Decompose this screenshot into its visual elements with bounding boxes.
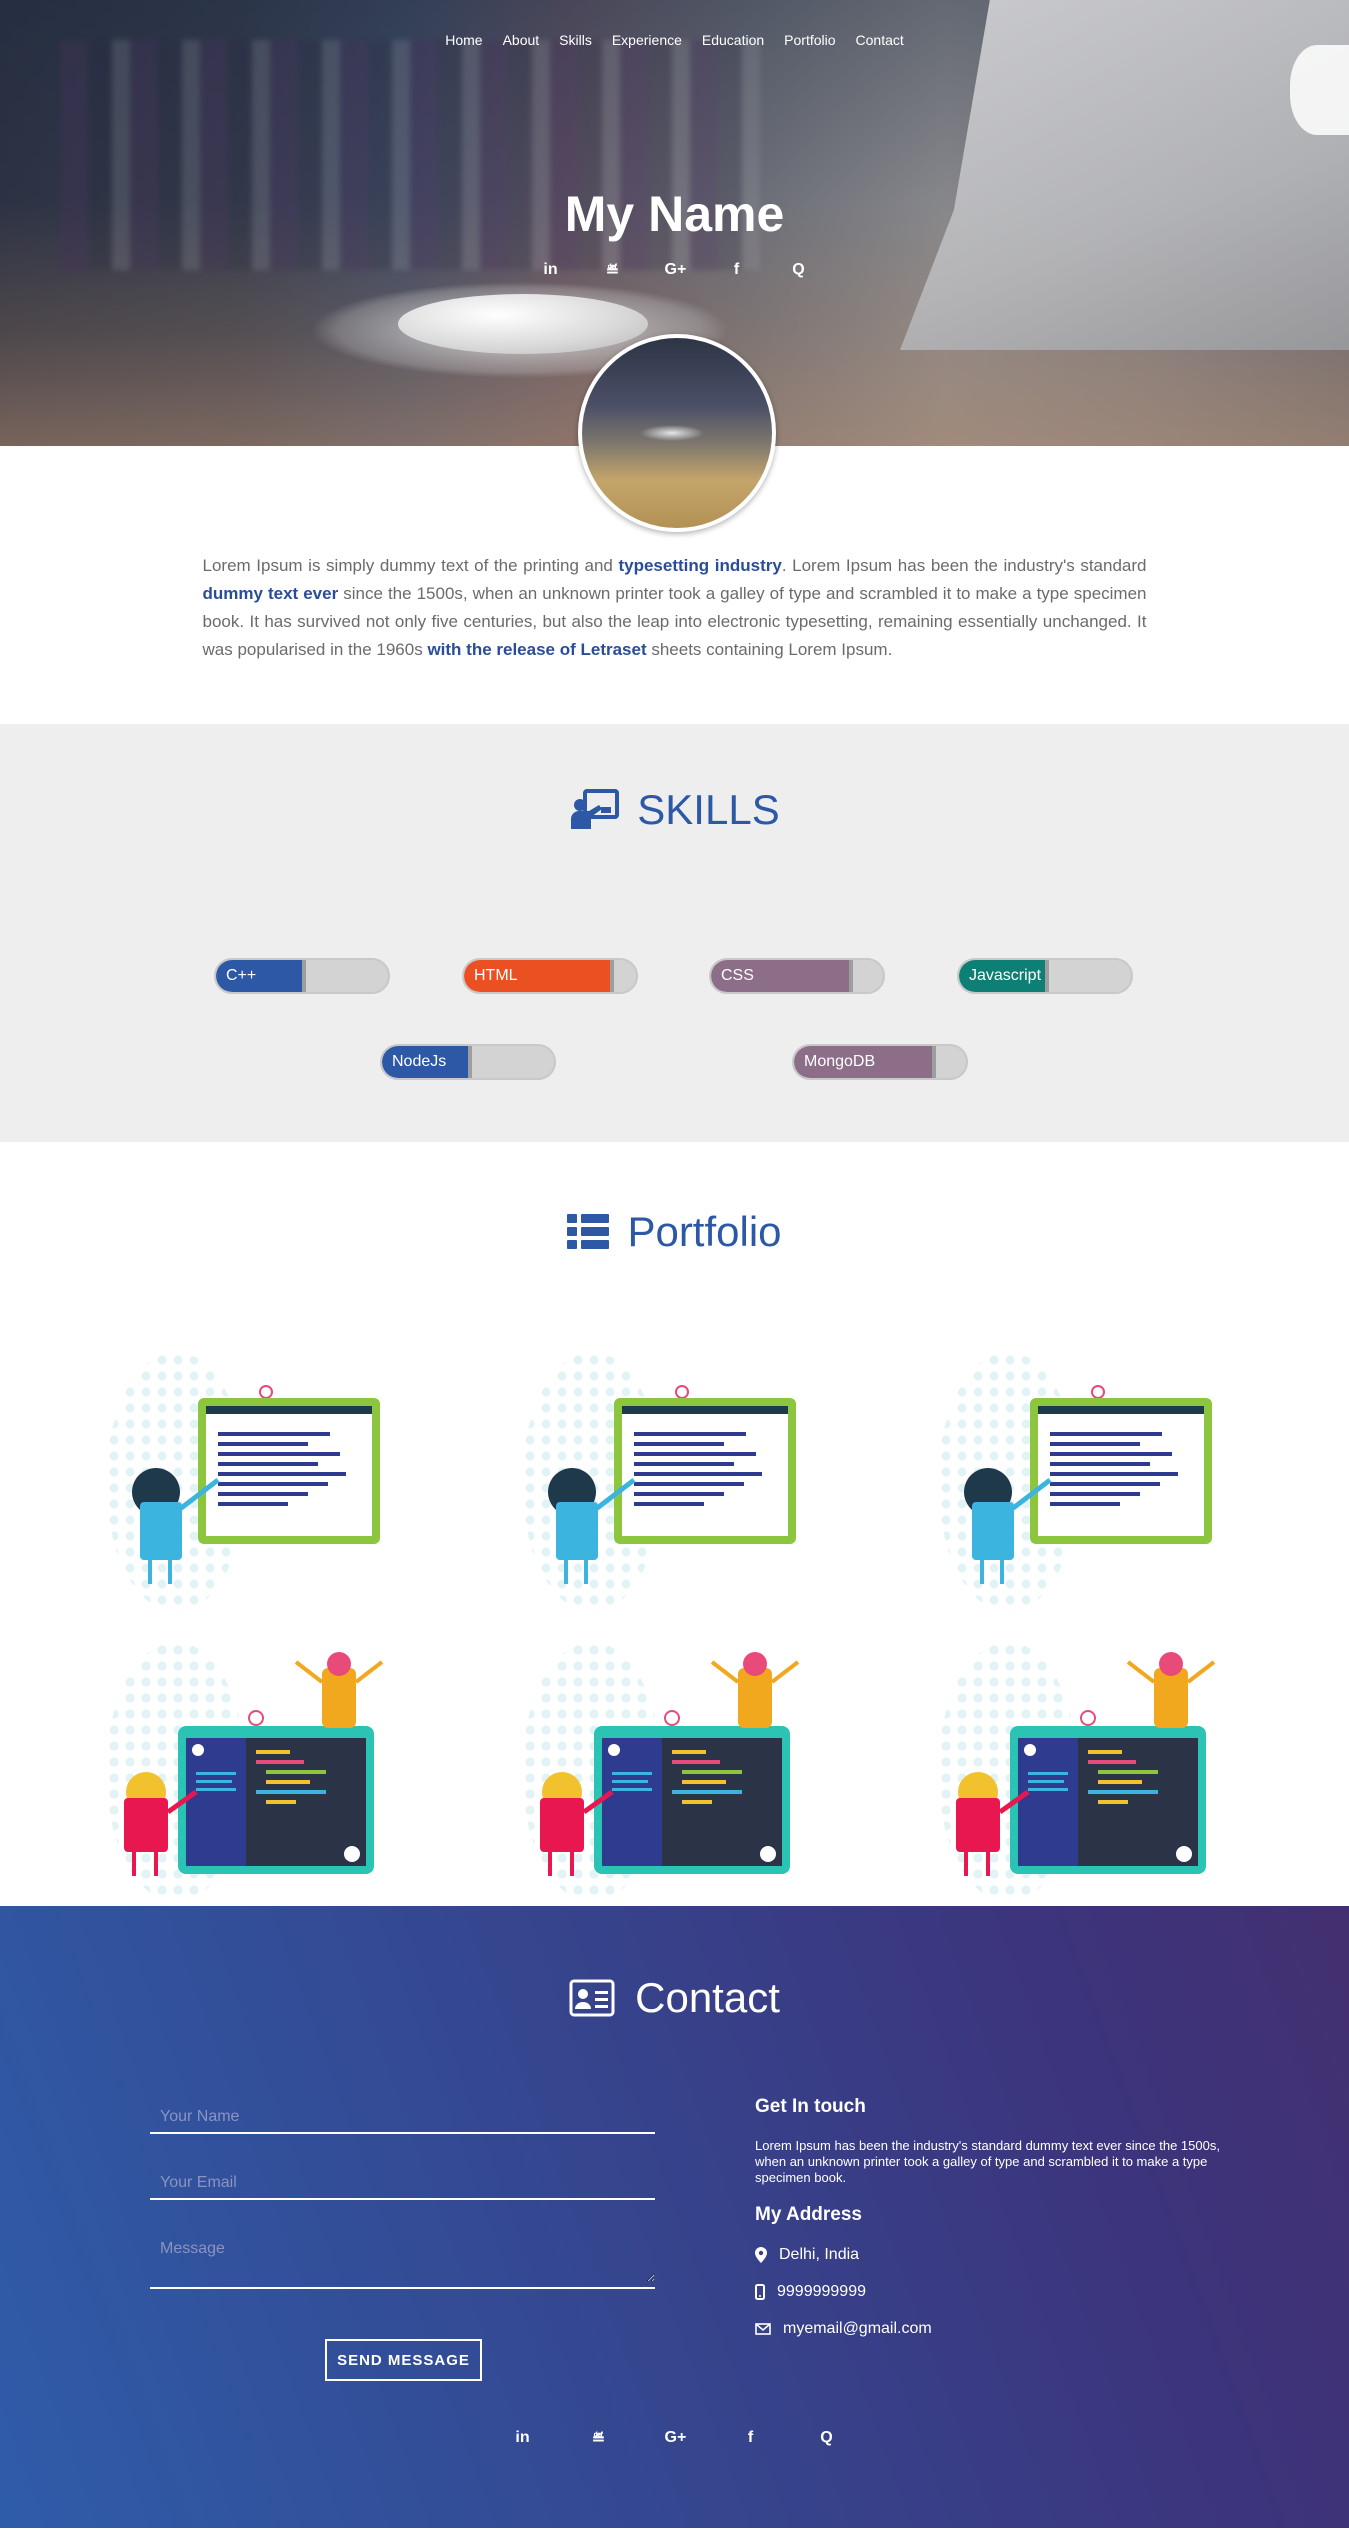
top-nav: Home About Skills Experience Education P… <box>0 32 1349 48</box>
envelope-icon <box>755 2323 771 2335</box>
portfolio-item[interactable] <box>938 1642 1228 1902</box>
about-highlight: typesetting industry <box>618 556 782 575</box>
google-plus-icon[interactable]: G+ <box>665 261 687 281</box>
get-in-touch-text: Lorem Ipsum has been the industry's stan… <box>755 2138 1220 2185</box>
hero-social-links: in ≝ G+ f Q <box>0 261 1349 281</box>
linkedin-icon[interactable]: in <box>513 2429 533 2449</box>
stack-overflow-icon[interactable]: ≝ <box>589 2429 609 2449</box>
about-text: Lorem Ipsum is simply dummy text of the … <box>203 552 1147 664</box>
contact-section: Contact SEND MESSAGE Get In touch Lorem … <box>0 1906 1349 2528</box>
address-location: Delhi, India <box>779 2246 860 2263</box>
facebook-icon[interactable]: f <box>727 261 747 281</box>
skill-name: MongoDB <box>804 1053 876 1070</box>
about-highlight: dummy text ever <box>202 584 339 603</box>
skills-heading: SKILLS <box>0 724 1349 834</box>
address-phone-row: 9999999999 <box>755 2283 1235 2301</box>
get-in-touch-heading: Get In touch <box>755 2096 866 2117</box>
whiteboard-illustration <box>964 1385 1212 1584</box>
address-email-row: myemail@gmail.com <box>755 2320 1235 2338</box>
about-text-part: . Lorem Ipsum has been the industry's st… <box>781 556 1147 575</box>
email-field-wrapper <box>150 2168 655 2200</box>
about-text-part: Lorem Ipsum is simply dummy text of the … <box>202 556 619 575</box>
whiteboard-illustration <box>548 1385 796 1584</box>
profile-avatar <box>578 334 776 532</box>
nav-contact[interactable]: Contact <box>856 32 904 48</box>
skill-bar-html: HTML <box>462 958 638 994</box>
page-title: My Name <box>564 186 785 242</box>
contact-title: Contact <box>635 1974 780 2021</box>
nav-about[interactable]: About <box>503 32 540 48</box>
nav-home[interactable]: Home <box>445 32 482 48</box>
skill-name: NodeJs <box>392 1053 447 1070</box>
portfolio-section: Portfolio <box>0 1142 1349 1906</box>
skill-bar-cpp: C++ <box>214 958 390 994</box>
contact-heading: Contact <box>0 1906 1349 2022</box>
hero-laptop-image <box>900 0 1349 350</box>
apple-logo <box>1290 45 1349 135</box>
skill-name: Javascript <box>969 967 1042 984</box>
portfolio-heading: Portfolio <box>0 1142 1349 1256</box>
contact-info: Get In touch Lorem Ipsum has been the in… <box>755 2096 1235 2357</box>
nav-education[interactable]: Education <box>702 32 764 48</box>
skill-name: CSS <box>721 967 754 984</box>
address-email[interactable]: myemail@gmail.com <box>783 2320 932 2338</box>
footer-social-links: in ≝ G+ f Q <box>0 2429 1349 2449</box>
nav-experience[interactable]: Experience <box>612 32 682 48</box>
code-editor-illustration <box>540 1652 800 1876</box>
portfolio-item[interactable] <box>106 1352 396 1612</box>
mobile-phone-icon <box>755 2284 765 2300</box>
portfolio-title: Portfolio <box>627 1208 782 1255</box>
about-highlight: with the release of Letraset <box>427 640 647 659</box>
name-input[interactable] <box>150 2102 655 2132</box>
code-editor-illustration <box>124 1652 384 1876</box>
name-field-wrapper <box>150 2102 655 2134</box>
email-input[interactable] <box>150 2168 655 2198</box>
hero-banner: Home About Skills Experience Education P… <box>0 0 1349 532</box>
list-icon <box>567 1214 610 1249</box>
linkedin-icon[interactable]: in <box>541 261 561 281</box>
skill-bar-javascript: Javascript <box>957 958 1133 994</box>
send-message-button[interactable]: SEND MESSAGE <box>325 2339 482 2381</box>
skill-name: C++ <box>226 967 257 984</box>
about-text-part: sheets containing Lorem Ipsum. <box>646 640 893 659</box>
hero-mouse-image <box>398 294 648 354</box>
nav-skills[interactable]: Skills <box>559 32 592 48</box>
contact-card-icon <box>569 1979 615 2017</box>
skill-bar-mongodb: MongoDB <box>792 1044 968 1080</box>
quora-icon[interactable]: Q <box>817 2429 837 2449</box>
skill-name: HTML <box>474 967 518 984</box>
address-heading: My Address <box>755 2204 862 2225</box>
portfolio-item[interactable] <box>522 1352 812 1612</box>
message-field-wrapper <box>150 2234 655 2289</box>
skills-title: SKILLS <box>637 786 780 833</box>
portfolio-item[interactable] <box>938 1352 1228 1612</box>
map-marker-icon <box>755 2247 767 2263</box>
nav-portfolio[interactable]: Portfolio <box>784 32 835 48</box>
skills-section: SKILLS C++ HTML CSS Javascript NodeJs Mo… <box>0 724 1349 1142</box>
address-location-row: Delhi, India <box>755 2246 1235 2264</box>
stack-overflow-icon[interactable]: ≝ <box>603 261 623 281</box>
address-phone: 9999999999 <box>777 2283 866 2300</box>
google-plus-icon[interactable]: G+ <box>665 2429 687 2449</box>
teacher-board-icon <box>571 789 620 829</box>
portfolio-item[interactable] <box>106 1642 396 1902</box>
whiteboard-illustration <box>132 1385 380 1584</box>
portfolio-item[interactable] <box>522 1642 812 1902</box>
skill-bar-css: CSS <box>709 958 885 994</box>
skill-bar-nodejs: NodeJs <box>380 1044 556 1080</box>
message-textarea[interactable] <box>150 2234 655 2282</box>
code-editor-illustration <box>956 1652 1216 1876</box>
quora-icon[interactable]: Q <box>789 261 809 281</box>
facebook-icon[interactable]: f <box>741 2429 761 2449</box>
